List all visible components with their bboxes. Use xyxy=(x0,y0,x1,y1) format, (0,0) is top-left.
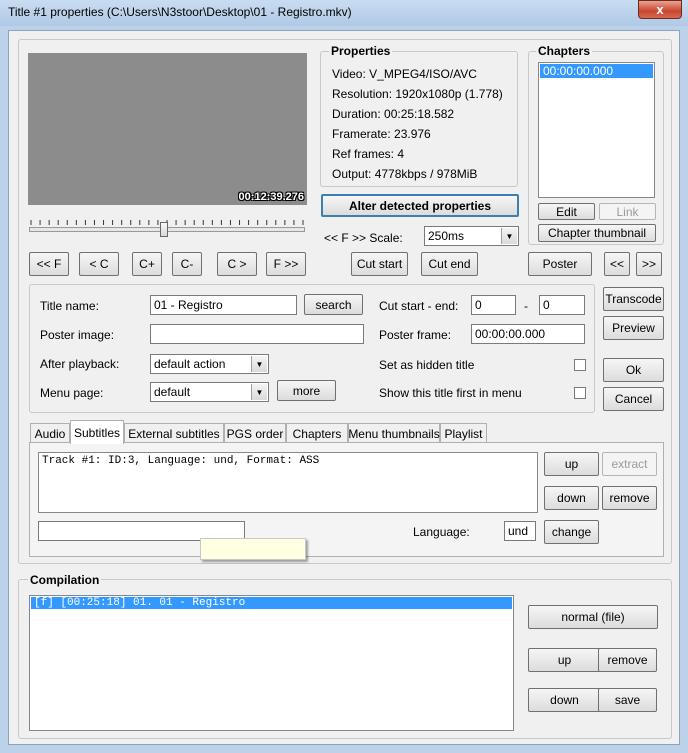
show-first-label: Show this title first in menu xyxy=(379,386,522,400)
ff-back-button[interactable]: << F xyxy=(29,252,69,276)
menu-page-select[interactable]: default ▼ xyxy=(150,382,269,402)
compilation-title: Compilation xyxy=(28,573,102,587)
tooltip xyxy=(200,538,306,560)
compilation-list[interactable]: [f] [00:25:18] 01. 01 - Registro xyxy=(29,595,514,731)
chevron-down-icon: ▼ xyxy=(251,384,267,400)
preview-button[interactable]: Preview xyxy=(603,316,664,340)
chevron-down-icon: ▼ xyxy=(251,356,267,372)
alter-properties-button[interactable]: Alter detected properties xyxy=(321,194,519,217)
ff-forward-button[interactable]: F >> xyxy=(266,252,306,276)
chapters-list[interactable]: 00:00:00.000 xyxy=(538,62,655,198)
cut-start-input[interactable]: 0 xyxy=(471,295,516,315)
poster-button[interactable]: Poster xyxy=(528,252,592,276)
scale-label: << F >> Scale: xyxy=(324,231,403,245)
compilation-item[interactable]: [f] [00:25:18] 01. 01 - Registro xyxy=(31,597,512,609)
chapter-edit-button[interactable]: Edit xyxy=(538,203,595,220)
more-button[interactable]: more xyxy=(277,380,336,401)
after-playback-select[interactable]: default action ▼ xyxy=(150,354,269,374)
poster-image-input[interactable] xyxy=(150,324,364,344)
chapter-add-button[interactable]: C+ xyxy=(132,252,162,276)
chapter-item[interactable]: 00:00:00.000 xyxy=(540,64,653,78)
preview-timestamp: 00:12:39.276 xyxy=(238,191,304,203)
tab-subtitles[interactable]: Subtitles xyxy=(70,420,124,444)
compilation-save-button[interactable]: save xyxy=(598,688,657,712)
title-name-label: Title name: xyxy=(40,299,99,313)
language-label: Language: xyxy=(413,525,470,539)
prop-duration: Duration: 00:25:18.582 xyxy=(332,107,455,121)
title-name-input[interactable]: 01 - Registro xyxy=(150,295,297,315)
cut-dash: - xyxy=(524,299,528,313)
search-button[interactable]: search xyxy=(304,294,363,315)
tab-pgs-order[interactable]: PGS order xyxy=(224,423,286,443)
menu-page-label: Menu page: xyxy=(40,386,104,400)
chapter-forward-button[interactable]: C > xyxy=(217,252,257,276)
subtitle-up-button[interactable]: up xyxy=(544,452,599,476)
cut-start-button[interactable]: Cut start xyxy=(351,252,408,276)
menu-page-value: default xyxy=(154,385,191,399)
properties-title: Properties xyxy=(329,44,393,58)
prop-output: Output: 4778kbps / 978MiB xyxy=(332,167,478,181)
show-first-checkbox[interactable] xyxy=(574,387,586,399)
prop-ref-frames: Ref frames: 4 xyxy=(332,147,405,161)
chevron-down-icon: ▼ xyxy=(501,228,517,244)
scale-value: 250ms xyxy=(428,229,465,243)
after-playback-label: After playback: xyxy=(40,357,120,371)
compilation-remove-button[interactable]: remove xyxy=(598,648,657,672)
poster-frame-input[interactable]: 00:00:00.000 xyxy=(471,324,585,344)
prop-resolution: Resolution: 1920x1080p (1.778) xyxy=(332,87,503,101)
title-bar[interactable]: Title #1 properties (C:\Users\N3stoor\De… xyxy=(0,0,688,26)
tab-playlist[interactable]: Playlist xyxy=(440,423,487,443)
chapter-thumbnail-button[interactable]: Chapter thumbnail xyxy=(538,224,656,242)
ok-button[interactable]: Ok xyxy=(603,358,664,382)
subtitle-remove-button[interactable]: remove xyxy=(602,486,657,510)
hidden-title-label: Set as hidden title xyxy=(379,358,475,372)
subtitle-track-list[interactable]: Track #1: ID:3, Language: und, Format: A… xyxy=(38,452,538,513)
prop-video: Video: V_MPEG4/ISO/AVC xyxy=(332,67,477,81)
cancel-button[interactable]: Cancel xyxy=(603,387,664,411)
cut-end-button[interactable]: Cut end xyxy=(421,252,478,276)
chapters-title: Chapters xyxy=(536,44,593,58)
tab-audio[interactable]: Audio xyxy=(30,423,70,443)
subtitle-down-button[interactable]: down xyxy=(544,486,599,510)
next-title-button[interactable]: >> xyxy=(636,252,662,276)
compilation-down-button[interactable]: down xyxy=(528,688,601,712)
subtitle-track-item[interactable]: Track #1: ID:3, Language: und, Format: A… xyxy=(39,453,537,469)
language-input[interactable]: und xyxy=(504,521,536,541)
prev-title-button[interactable]: << xyxy=(604,252,630,276)
poster-frame-label: Poster frame: xyxy=(379,328,452,342)
chapter-remove-button[interactable]: C- xyxy=(172,252,202,276)
tab-menu-thumbnails[interactable]: Menu thumbnails xyxy=(348,423,440,443)
dialog-client: 00:12:39.276 Properties Video: V_MPEG4/I… xyxy=(8,30,680,745)
scale-select[interactable]: 250ms ▼ xyxy=(424,226,519,246)
after-playback-value: default action xyxy=(154,357,226,371)
close-button[interactable]: x xyxy=(638,0,682,19)
video-preview[interactable]: 00:12:39.276 xyxy=(28,53,307,205)
compilation-up-button[interactable]: up xyxy=(528,648,601,672)
tab-external-subtitles[interactable]: External subtitles xyxy=(124,423,224,443)
normal-file-button[interactable]: normal (file) xyxy=(528,605,658,629)
chapter-link-button[interactable]: Link xyxy=(599,203,656,220)
transcode-button[interactable]: Transcode xyxy=(603,287,664,311)
subtitle-extract-button[interactable]: extract xyxy=(602,452,657,476)
cut-label: Cut start - end: xyxy=(379,299,459,313)
hidden-title-checkbox[interactable] xyxy=(574,359,586,371)
language-change-button[interactable]: change xyxy=(544,520,599,544)
chapter-back-button[interactable]: < C xyxy=(79,252,119,276)
cut-end-input[interactable]: 0 xyxy=(539,295,585,315)
poster-image-label: Poster image: xyxy=(40,328,115,342)
prop-framerate: Framerate: 23.976 xyxy=(332,127,431,141)
seek-thumb[interactable] xyxy=(160,222,169,237)
tab-chapters[interactable]: Chapters xyxy=(286,423,348,443)
window-title: Title #1 properties (C:\Users\N3stoor\De… xyxy=(8,5,352,19)
